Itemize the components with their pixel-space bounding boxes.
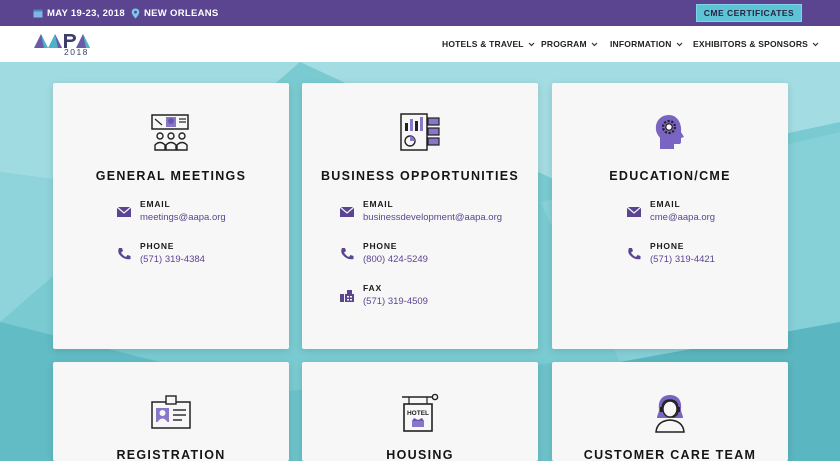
- fax-icon: [340, 290, 354, 302]
- contact-phone: PHONE (571) 319-4421: [626, 241, 715, 265]
- card-title: BUSINESS OPPORTUNITIES: [320, 169, 520, 183]
- nav-information[interactable]: INFORMATION: [610, 26, 683, 62]
- envelope-icon: [116, 206, 132, 217]
- map-pin-icon: [131, 8, 140, 18]
- fax-link[interactable]: (571) 319-4509: [363, 296, 428, 307]
- card-customer-care-team: CUSTOMER CARE TEAM: [552, 362, 788, 461]
- card-title: HOUSING: [386, 448, 454, 461]
- card-title: REGISTRATION: [116, 448, 226, 461]
- contact-label: PHONE: [363, 241, 398, 251]
- email-link[interactable]: cme@aapa.org: [650, 212, 715, 223]
- contact-email: EMAIL businessdevelopment@aapa.org: [339, 199, 502, 223]
- top-bar: MAY 19-23, 2018 NEW ORLEANS CME CERTIFIC…: [0, 0, 840, 26]
- phone-link[interactable]: (800) 424-5249: [363, 254, 428, 265]
- contact-label: FAX: [363, 283, 382, 293]
- contact-email: EMAIL meetings@aapa.org: [116, 199, 226, 223]
- phone-icon: [118, 248, 131, 260]
- card-title: EDUCATION/CME: [609, 169, 731, 183]
- card-business-opportunities: BUSINESS OPPORTUNITIES EMAIL businessdev…: [302, 83, 538, 349]
- email-link[interactable]: meetings@aapa.org: [140, 212, 226, 223]
- nav-program-label: PROGRAM: [541, 39, 587, 49]
- head-gear-icon: [655, 115, 684, 149]
- email-link[interactable]: businessdevelopment@aapa.org: [363, 212, 502, 223]
- card-housing: HOTEL HOUSING: [302, 362, 538, 461]
- envelope-icon: [339, 206, 355, 217]
- contact-email: EMAIL cme@aapa.org: [626, 199, 715, 223]
- nav-exhibitors-sponsors[interactable]: EXHIBITORS & SPONSORS: [693, 26, 819, 62]
- logo-year: 2018: [64, 47, 89, 57]
- contact-phone: PHONE (571) 319-4384: [116, 241, 205, 265]
- dashboard-icon: [400, 113, 440, 151]
- phone-link[interactable]: (571) 319-4384: [140, 254, 205, 265]
- contact-fax: FAX (571) 319-4509: [339, 283, 428, 307]
- contact-label: EMAIL: [140, 199, 171, 209]
- main-navbar: 2018 HOTELS & TRAVEL PROGRAM INFORMATION…: [0, 26, 840, 62]
- id-card-icon: [151, 395, 191, 429]
- calendar-icon: [33, 9, 43, 18]
- contact-label: PHONE: [140, 241, 175, 251]
- phone-link[interactable]: (571) 319-4421: [650, 254, 715, 265]
- nav-hotels-travel-label: HOTELS & TRAVEL: [442, 39, 524, 49]
- headset-agent-icon: [655, 395, 685, 433]
- cme-certificates-button[interactable]: CME CERTIFICATES: [696, 4, 802, 22]
- event-date-text: MAY 19-23, 2018: [47, 7, 125, 19]
- card-title: CUSTOMER CARE TEAM: [583, 448, 757, 461]
- svg-text:HOTEL: HOTEL: [407, 410, 429, 417]
- chevron-down-icon: [528, 42, 535, 46]
- phone-icon: [341, 248, 354, 260]
- event-date: MAY 19-23, 2018: [33, 0, 125, 26]
- event-location: NEW ORLEANS: [131, 0, 219, 26]
- meeting-icon: [151, 114, 189, 151]
- card-title: GENERAL MEETINGS: [95, 169, 247, 183]
- envelope-icon: [626, 206, 642, 217]
- card-general-meetings: GENERAL MEETINGS EMAIL meetings@aapa.org…: [53, 83, 289, 349]
- chevron-down-icon: [676, 42, 682, 46]
- card-education-cme: EDUCATION/CME EMAIL cme@aapa.org PHONE (…: [552, 83, 788, 349]
- chevron-down-icon: [591, 42, 598, 46]
- chevron-down-icon: [812, 42, 819, 46]
- event-location-text: NEW ORLEANS: [144, 7, 219, 19]
- contact-label: EMAIL: [363, 199, 394, 209]
- nav-program[interactable]: PROGRAM: [541, 26, 598, 62]
- nav-exhibitors-sponsors-label: EXHIBITORS & SPONSORS: [693, 39, 809, 49]
- nav-information-label: INFORMATION: [610, 39, 672, 49]
- hotel-sign-icon: HOTEL: [402, 393, 439, 432]
- card-registration: REGISTRATION: [53, 362, 289, 461]
- contact-phone: PHONE (800) 424-5249: [339, 241, 428, 265]
- phone-icon: [628, 248, 641, 260]
- contact-label: PHONE: [650, 241, 685, 251]
- contact-label: EMAIL: [650, 199, 681, 209]
- nav-hotels-travel[interactable]: HOTELS & TRAVEL: [442, 26, 535, 62]
